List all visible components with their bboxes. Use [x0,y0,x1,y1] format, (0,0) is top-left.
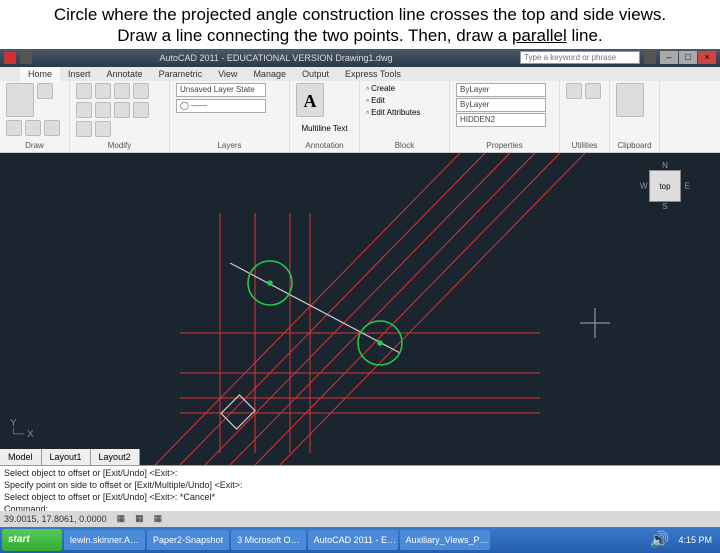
block-create[interactable]: ▫ Create [366,83,443,95]
group-label: Layers [176,141,283,150]
util-tool[interactable] [585,83,601,99]
status-toggle[interactable]: ▦ [154,513,163,524]
line-tool-icon[interactable] [6,83,34,117]
modify-tool[interactable] [95,121,111,137]
window-titlebar: AutoCAD 2011 - EDUCATIONAL VERSION Drawi… [0,49,720,67]
modify-tool[interactable] [95,83,111,99]
command-window[interactable]: Select object to offset or [Exit/Undo] <… [0,465,720,511]
tab-model[interactable]: Model [0,449,42,465]
coordinates: 39.0015, 17.8061, 0.0000 [4,514,107,524]
layout-tabs: Model Layout1 Layout2 [0,449,140,465]
ribbon: Draw Modify Unsaved Layer State ◯ —— Lay… [0,81,720,153]
modify-tool[interactable] [133,83,149,99]
tab-layout1[interactable]: Layout1 [42,449,91,465]
tab-manage[interactable]: Manage [245,67,294,81]
drawing-canvas[interactable]: N S E W top Y└─ X Model Layout1 Layout2 [0,153,720,465]
tab-view[interactable]: View [210,67,245,81]
draw-tool[interactable] [25,120,41,136]
status-bar: 39.0015, 17.8061, 0.0000 ▦ ▦ ▦ [0,511,720,527]
status-toggle[interactable]: ▦ [117,513,126,524]
draw-tool[interactable] [44,120,60,136]
block-edit-attr[interactable]: ▫ Edit Attributes [366,107,443,119]
app-logo-icon [4,52,16,64]
tab-annotate[interactable]: Annotate [99,67,151,81]
ribbon-tabs: Home Insert Annotate Parametric View Man… [0,67,720,81]
multiline-text-label: Multiline Text [296,124,353,133]
modify-tool[interactable] [76,121,92,137]
tab-express[interactable]: Express Tools [337,67,409,81]
drawing-svg [0,153,720,465]
viewcube[interactable]: N S E W top [640,161,690,211]
group-label: Draw [6,141,63,150]
group-label: Utilities [566,141,603,150]
group-label: Annotation [296,141,353,150]
ucs-icon: Y└─ X [10,418,34,440]
tab-layout2[interactable]: Layout2 [91,449,140,465]
group-label: Clipboard [616,141,653,150]
text-tool-icon[interactable]: A [296,83,324,117]
group-label: Block [366,141,443,150]
modify-tool[interactable] [76,83,92,99]
linetype-combo[interactable]: HIDDEN2 [456,113,546,127]
lineweight-combo[interactable]: ByLayer [456,98,546,112]
modify-tool[interactable] [133,102,149,118]
close-button[interactable]: × [698,51,716,64]
tab-home[interactable]: Home [20,67,60,81]
block-edit[interactable]: ▫ Edit [366,95,443,107]
modify-tool[interactable] [114,83,130,99]
instruction-text: Circle where the projected angle constru… [0,0,720,49]
group-label: Properties [456,141,553,150]
command-prompt: Command: [4,504,48,511]
qat-button[interactable] [20,52,32,64]
group-label: Modify [76,141,163,150]
tab-parametric[interactable]: Parametric [151,67,211,81]
layer-state-combo[interactable]: Unsaved Layer State [176,83,266,97]
layer-combo[interactable]: ◯ —— [176,99,266,113]
paste-tool-icon[interactable] [616,83,644,117]
tab-output[interactable]: Output [294,67,337,81]
modify-tool[interactable] [76,102,92,118]
color-combo[interactable]: ByLayer [456,83,546,97]
minimize-button[interactable]: – [660,51,678,64]
tab-insert[interactable]: Insert [60,67,99,81]
modify-tool[interactable] [95,102,111,118]
draw-tool[interactable] [6,120,22,136]
draw-tool[interactable] [37,83,53,99]
viewcube-face[interactable]: top [649,170,681,202]
maximize-button[interactable]: □ [679,51,697,64]
window-title: AutoCAD 2011 - EDUCATIONAL VERSION Drawi… [36,53,516,63]
modify-tool[interactable] [114,102,130,118]
measure-tool-icon[interactable] [566,83,582,99]
help-search-input[interactable] [520,51,640,64]
status-toggle[interactable]: ▦ [135,513,144,524]
search-icon[interactable] [644,52,656,64]
